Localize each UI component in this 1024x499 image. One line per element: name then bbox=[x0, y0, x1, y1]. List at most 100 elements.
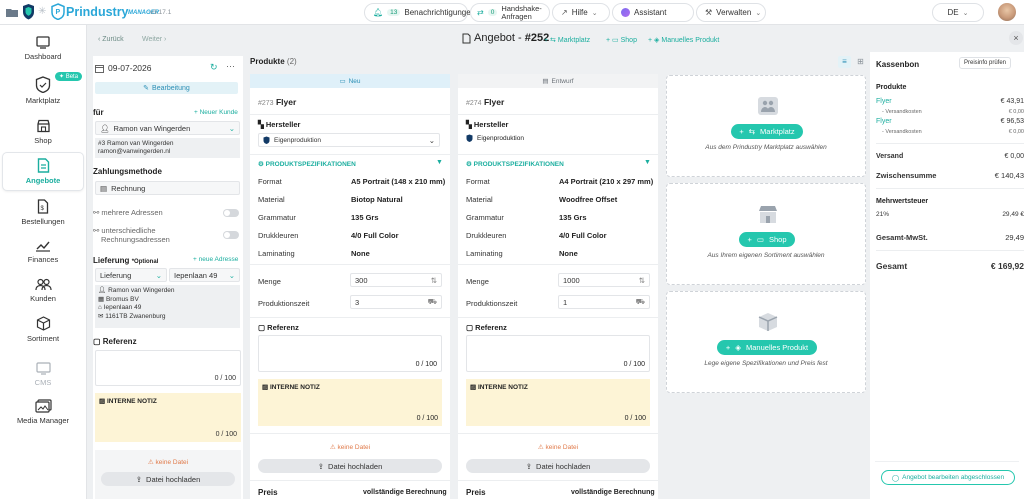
production-time-label: Produktionszeit bbox=[466, 299, 518, 308]
sidebar-item-customers[interactable]: Kunden bbox=[3, 273, 83, 307]
upload-icon: ⇪ bbox=[135, 474, 143, 484]
upload-file-button[interactable]: ⇪ Datei hochladen bbox=[101, 472, 235, 486]
back-link[interactable]: ‹ Zurück bbox=[98, 36, 124, 43]
internal-note[interactable]: ▨ INTERNE NOTIZ 0 / 100 bbox=[95, 393, 241, 442]
sidebar-item-shop[interactable]: Shop bbox=[3, 115, 83, 149]
upload-file-button[interactable]: ⇪ Datei hochladen bbox=[258, 459, 442, 473]
caret-down-icon[interactable]: ▼ bbox=[644, 159, 651, 166]
grid-view-icon[interactable]: ⊞ bbox=[854, 56, 867, 68]
next-link[interactable]: Weiter › bbox=[142, 36, 166, 43]
invoice-icon: ▤ bbox=[100, 183, 108, 193]
sidebar-item-media-manager[interactable]: Media Manager bbox=[3, 395, 83, 429]
upload-file-button[interactable]: ⇪ Datei hochladen bbox=[466, 459, 650, 473]
products-heading: Produkte (2) bbox=[250, 57, 297, 66]
add-shop-card[interactable]: + ▭ Shop Aus Ihrem eigenen Sortiment auswä… bbox=[666, 183, 866, 285]
assistant-button[interactable]: Assistant bbox=[612, 3, 694, 22]
reference-textarea[interactable]: 0 / 100 bbox=[95, 350, 241, 386]
spec-heading[interactable]: ⚙ PRODUKTSPEZIFIKATIONEN bbox=[258, 160, 356, 168]
sidebar-label: Finances bbox=[27, 254, 59, 264]
sidebar-item-orders[interactable]: $ Bestellungen bbox=[3, 195, 83, 229]
internal-note[interactable]: ▨ INTERNE NOTIZ 0 / 100 bbox=[466, 379, 650, 426]
close-icon[interactable]: × bbox=[1009, 31, 1023, 45]
production-time-input[interactable]: 1 ⛟ bbox=[558, 295, 650, 309]
handshake-icon bbox=[757, 96, 779, 116]
list-view-icon[interactable]: ≡ bbox=[838, 56, 851, 68]
delivery-type-select[interactable]: Lieferung ⌄ bbox=[95, 268, 167, 282]
quantity-value: 1000 bbox=[563, 275, 580, 285]
quantity-label: Menge bbox=[466, 277, 489, 286]
truck-icon: ⛟ bbox=[635, 297, 645, 306]
manage-button[interactable]: ⚒ Verwalten ⌄ bbox=[696, 3, 766, 22]
quantity-input[interactable]: 1000 ⇅ bbox=[558, 273, 650, 287]
pin-icon[interactable]: ✳ bbox=[38, 6, 46, 17]
product-number: #274 bbox=[466, 100, 482, 107]
sidebar-label: Bestellungen bbox=[21, 216, 65, 226]
address-street: Iepenlaan 49 bbox=[103, 304, 142, 312]
add-manual-link[interactable]: + ◈ Manuelles Produkt bbox=[648, 36, 719, 44]
quantity-input[interactable]: 300 ⇅ bbox=[350, 273, 442, 287]
receipt-line-name[interactable]: Flyer bbox=[876, 118, 892, 125]
page-title: Angebot - #252 bbox=[474, 32, 549, 44]
add-shop-link[interactable]: + ▭ Shop bbox=[606, 36, 637, 44]
add-shop-button[interactable]: + ▭ Shop bbox=[739, 232, 795, 247]
delivery-address-select[interactable]: Iepenlaan 49 ⌄ bbox=[169, 268, 240, 282]
handshake-icon: ⇄ bbox=[477, 8, 484, 17]
customer-value: Ramon van Wingerden bbox=[113, 123, 191, 133]
reference-count: 0 / 100 bbox=[623, 361, 645, 368]
reference-textarea[interactable]: 0 / 100 bbox=[258, 335, 442, 372]
internal-note[interactable]: ▨ INTERNE NOTIZ 0 / 100 bbox=[258, 379, 442, 426]
finish-editing-button[interactable]: ◯ Angebot bearbeiten abgeschlossen bbox=[881, 470, 1015, 485]
add-marketplace-link[interactable]: + ⇆ Marktplatz bbox=[544, 36, 590, 44]
home-icon[interactable] bbox=[5, 5, 19, 19]
add-marketplace-button[interactable]: + ⇆ Marktplatz bbox=[731, 124, 803, 139]
add-marketplace-card[interactable]: + ⇆ Marktplatz Aus dem Prindustry Marktpla… bbox=[666, 75, 866, 177]
chevron-down-icon: ⌄ bbox=[428, 135, 435, 145]
help-icon: ↗ bbox=[561, 8, 568, 17]
spec-value-text: A5 Portrait (148 x 210 mm) bbox=[351, 177, 446, 186]
handshake-requests-button[interactable]: ⇄ 0 Handshake- Anfragen bbox=[470, 3, 550, 22]
sidebar-label: Marktplatz bbox=[25, 95, 61, 105]
svg-text:P: P bbox=[56, 9, 61, 16]
customer-select[interactable]: 👤︎ Ramon van Wingerden ⌄ bbox=[95, 121, 240, 135]
reference-textarea[interactable]: 0 / 100 bbox=[466, 335, 650, 372]
add-manual-card[interactable]: + ◈ Manuelles Produkt Lege eigene Spezifik… bbox=[666, 291, 866, 393]
check-prices-button[interactable]: Preisinfo prüfen bbox=[959, 57, 1012, 69]
payment-method-field[interactable]: ▤ Rechnung bbox=[95, 181, 240, 195]
new-customer-link[interactable]: + Neuer Kunde bbox=[194, 109, 238, 116]
sidebar-item-assortment[interactable]: Sortiment bbox=[3, 312, 83, 346]
help-button[interactable]: ↗ Hilfe ⌄ bbox=[552, 3, 610, 22]
caret-down-icon[interactable]: ▼ bbox=[436, 159, 443, 166]
avatar[interactable] bbox=[998, 3, 1016, 21]
add-button-label: Manuelles Produkt bbox=[746, 343, 809, 352]
language-select[interactable]: DE ⌄ bbox=[932, 3, 984, 22]
bell-icon: 🔔︎ bbox=[373, 8, 384, 17]
sidebar-item-cms[interactable]: CMS bbox=[3, 357, 83, 391]
sidebar-item-finances[interactable]: Finances bbox=[3, 234, 83, 268]
multi-address-toggle[interactable] bbox=[223, 209, 239, 217]
add-manual-button[interactable]: + ◈ Manuelles Produkt bbox=[717, 340, 817, 355]
total-row: Gesamt € 169,92 bbox=[876, 261, 1024, 271]
status-icon: ▭ bbox=[339, 78, 346, 85]
spec-heading[interactable]: ⚙ PRODUKTSPEZIFIKATIONEN bbox=[466, 160, 564, 168]
total-vat-value: 29,49 bbox=[1005, 233, 1024, 242]
sidebar-item-marketplace[interactable]: Marktplatz ✦ Beta bbox=[3, 71, 83, 109]
product-status-bar: ▤ Entwurf bbox=[458, 74, 658, 88]
notifications-button[interactable]: 🔔︎ 13 Benachrichtigungen bbox=[364, 3, 475, 22]
notifications-count: 13 bbox=[387, 9, 401, 16]
total-value: € 169,92 bbox=[990, 261, 1024, 271]
receipt-line: Flyer € 43,91 bbox=[876, 98, 1024, 105]
quote-header: ‹ Zurück Weiter › Angebot - #252 + ⇆ Mar… bbox=[88, 26, 1024, 53]
edit-status-button[interactable]: ✎ Bearbeitung bbox=[95, 82, 238, 94]
diff-billing-toggle[interactable] bbox=[223, 231, 239, 239]
manufacturer-select[interactable]: Eigenproduktion ⌄ bbox=[258, 133, 440, 147]
sidebar-item-quotes[interactable]: Angebote bbox=[3, 153, 83, 190]
new-address-link[interactable]: + neue Adresse bbox=[193, 256, 238, 263]
production-time-input[interactable]: 3 ⛟ bbox=[350, 295, 442, 309]
more-icon[interactable]: ⋯ bbox=[226, 61, 235, 72]
multi-address-label: mehrere Adressen bbox=[101, 208, 163, 217]
optional-label: *Optional bbox=[131, 259, 159, 265]
quote-date: 09-07-2026 bbox=[108, 63, 152, 73]
history-icon[interactable]: ↻ bbox=[210, 62, 218, 73]
sidebar-item-dashboard[interactable]: Dashboard bbox=[3, 31, 83, 65]
receipt-line-name[interactable]: Flyer bbox=[876, 98, 892, 105]
